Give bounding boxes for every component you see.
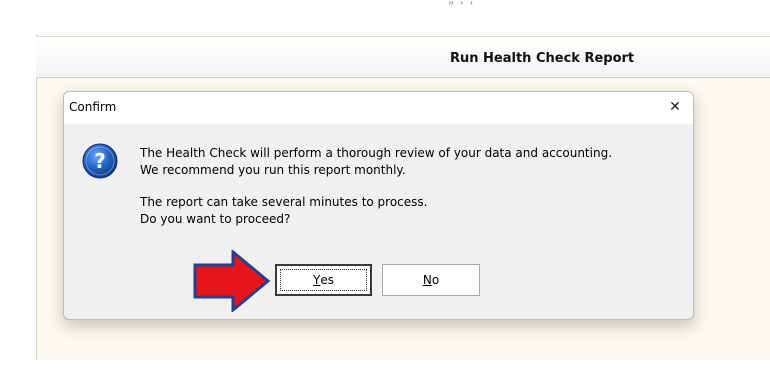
message-line-4: Do you want to proceed? [140,212,291,226]
close-button[interactable]: ✕ [663,96,687,118]
question-icon: ? [81,142,119,180]
focus-rectangle [280,269,367,291]
message-line-2: We recommend you run this report monthly… [140,163,406,177]
yes-button[interactable]: Yes [275,264,372,296]
svg-text:?: ? [94,149,106,173]
red-arrow-annotation [193,248,271,316]
no-button[interactable]: No [382,264,480,296]
header-bar: Run Health Check Report [36,36,770,78]
dialog-title: Confirm [69,100,117,114]
close-icon: ✕ [669,99,681,115]
partial-text: „ ‚ , [448,0,474,6]
confirm-dialog: Confirm ✕ ? The Health Check will perfor… [63,91,694,320]
message-line-3: The report can take several minutes to p… [140,195,428,209]
background-top-strip: „ ‚ , [0,0,770,34]
no-label: o [431,273,440,287]
message-line-1: The Health Check will perform a thorough… [140,146,613,160]
page-title: Run Health Check Report [450,51,635,66]
no-mnemonic: N [422,273,432,287]
dialog-titlebar: Confirm ✕ [64,92,693,124]
